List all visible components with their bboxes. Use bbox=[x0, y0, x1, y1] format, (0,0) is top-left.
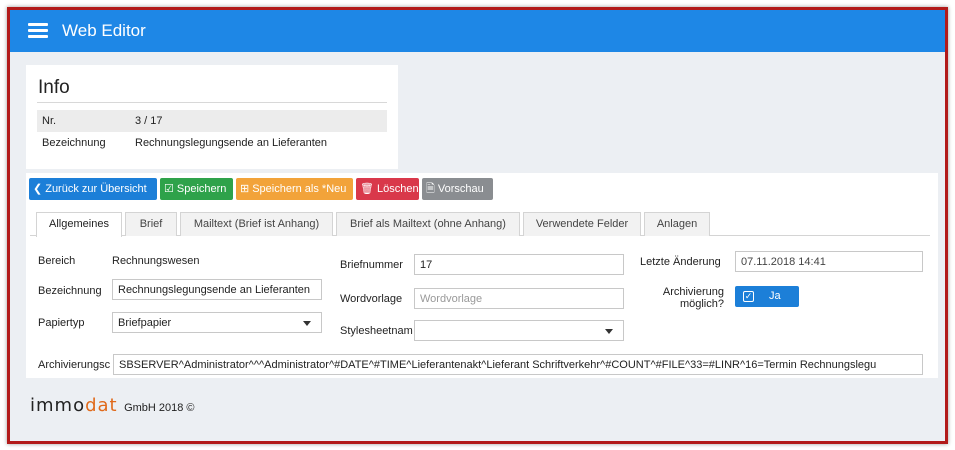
check-icon: ✓ bbox=[743, 291, 754, 302]
preview-button[interactable]: 🗎 Vorschau bbox=[422, 178, 493, 200]
briefnummer-input[interactable]: 17 bbox=[414, 254, 624, 275]
check-square-icon: ☑ bbox=[164, 183, 174, 195]
archivierungsc-input[interactable]: SBSERVER^Administrator^^^Administrator^#… bbox=[113, 354, 923, 375]
archivierung-label-line1: Archivierung bbox=[662, 286, 724, 298]
briefnummer-label: Briefnummer bbox=[340, 259, 403, 271]
divider bbox=[37, 102, 387, 103]
info-title: Info bbox=[38, 77, 70, 98]
info-row-nr: Nr. 3 / 17 bbox=[37, 110, 387, 132]
bereich-value: Rechnungswesen bbox=[112, 255, 200, 267]
save-as-new-label: Speichern als *Neu bbox=[252, 183, 347, 195]
info-label: Bezeichnung bbox=[42, 137, 106, 149]
chevron-left-icon: ❮ bbox=[33, 183, 43, 195]
delete-button[interactable]: 🗑 Löschen bbox=[356, 178, 419, 200]
app-window: Web Editor Info Nr. 3 / 17 Bezeichnung R… bbox=[7, 7, 948, 444]
wordvorlage-label: Wordvorlage bbox=[340, 293, 403, 305]
preview-label: Vorschau bbox=[437, 183, 484, 195]
hamburger-menu-icon[interactable] bbox=[28, 23, 48, 39]
papiertyp-label: Papiertyp bbox=[38, 317, 85, 329]
stylesheet-select[interactable] bbox=[414, 320, 624, 341]
chevron-down-icon bbox=[303, 321, 311, 326]
archivierung-label-line2: möglich? bbox=[679, 298, 724, 310]
plus-square-icon: ⊞ bbox=[240, 183, 250, 195]
info-value: Rechnungslegungsende an Lieferanten bbox=[135, 137, 328, 149]
archivierung-label: Archivierung möglich? bbox=[658, 286, 724, 310]
wordvorlage-input[interactable]: Wordvorlage bbox=[414, 288, 624, 309]
tab-mailtext[interactable]: Mailtext (Brief ist Anhang) bbox=[180, 212, 333, 236]
editor-panel: ❮ Zurück zur Übersicht ☑ Speichern ⊞ Speich… bbox=[26, 173, 938, 378]
save-label: Speichern bbox=[176, 183, 227, 195]
trash-icon: 🗑 bbox=[360, 183, 374, 195]
tab-verwendete-felder[interactable]: Verwendete Felder bbox=[523, 212, 641, 236]
back-label: Zurück zur Übersicht bbox=[45, 183, 147, 195]
app-title: Web Editor bbox=[62, 21, 146, 40]
info-label: Nr. bbox=[42, 115, 57, 127]
papiertyp-select[interactable]: Briefpapier bbox=[112, 312, 322, 333]
letzte-aenderung-label: Letzte Änderung bbox=[640, 256, 721, 268]
tab-brief-als-mailtext[interactable]: Brief als Mailtext (ohne Anhang) bbox=[336, 212, 520, 236]
pdf-file-icon: 🗎 bbox=[426, 183, 435, 195]
back-to-overview-button[interactable]: ❮ Zurück zur Übersicht bbox=[29, 178, 157, 200]
bereich-label: Bereich bbox=[38, 255, 76, 267]
logo-text: immo bbox=[30, 395, 86, 416]
stylesheet-label: Stylesheetnam bbox=[340, 325, 413, 337]
footer: immodat GmbH 2018 © bbox=[30, 395, 195, 417]
delete-label: Löschen bbox=[376, 183, 419, 195]
tab-bar: Allgemeines Brief Mailtext (Brief ist An… bbox=[30, 209, 930, 237]
tab-allgemeines[interactable]: Allgemeines bbox=[36, 212, 122, 237]
letzte-aenderung-field: 07.11.2018 14:41 bbox=[735, 251, 923, 272]
tab-anlagen[interactable]: Anlagen bbox=[644, 212, 710, 236]
copyright-text: GmbH 2018 © bbox=[124, 402, 195, 414]
bezeichnung-input[interactable]: Rechnungslegungsende an Lieferanten bbox=[112, 279, 322, 300]
top-bar: Web Editor bbox=[10, 10, 945, 52]
logo-accent-text: dat bbox=[85, 395, 118, 416]
papiertyp-value: Briefpapier bbox=[118, 317, 172, 329]
save-as-new-button[interactable]: ⊞ Speichern als *Neu bbox=[236, 178, 353, 200]
chevron-down-icon bbox=[605, 329, 613, 334]
info-row-bezeichnung: Bezeichnung Rechnungslegungsende an Lief… bbox=[37, 132, 387, 154]
save-button[interactable]: ☑ Speichern bbox=[160, 178, 233, 200]
archivierung-value: Ja bbox=[769, 290, 781, 302]
archivierungsc-label: Archivierungsc bbox=[38, 359, 111, 371]
info-value: 3 / 17 bbox=[135, 115, 163, 127]
info-card: Info Nr. 3 / 17 Bezeichnung Rechnungsleg… bbox=[26, 65, 398, 169]
bezeichnung-label: Bezeichnung bbox=[38, 285, 102, 297]
company-logo: immodat bbox=[30, 395, 118, 416]
archivierung-toggle[interactable]: ✓ Ja bbox=[735, 286, 799, 307]
tab-brief[interactable]: Brief bbox=[125, 212, 177, 236]
